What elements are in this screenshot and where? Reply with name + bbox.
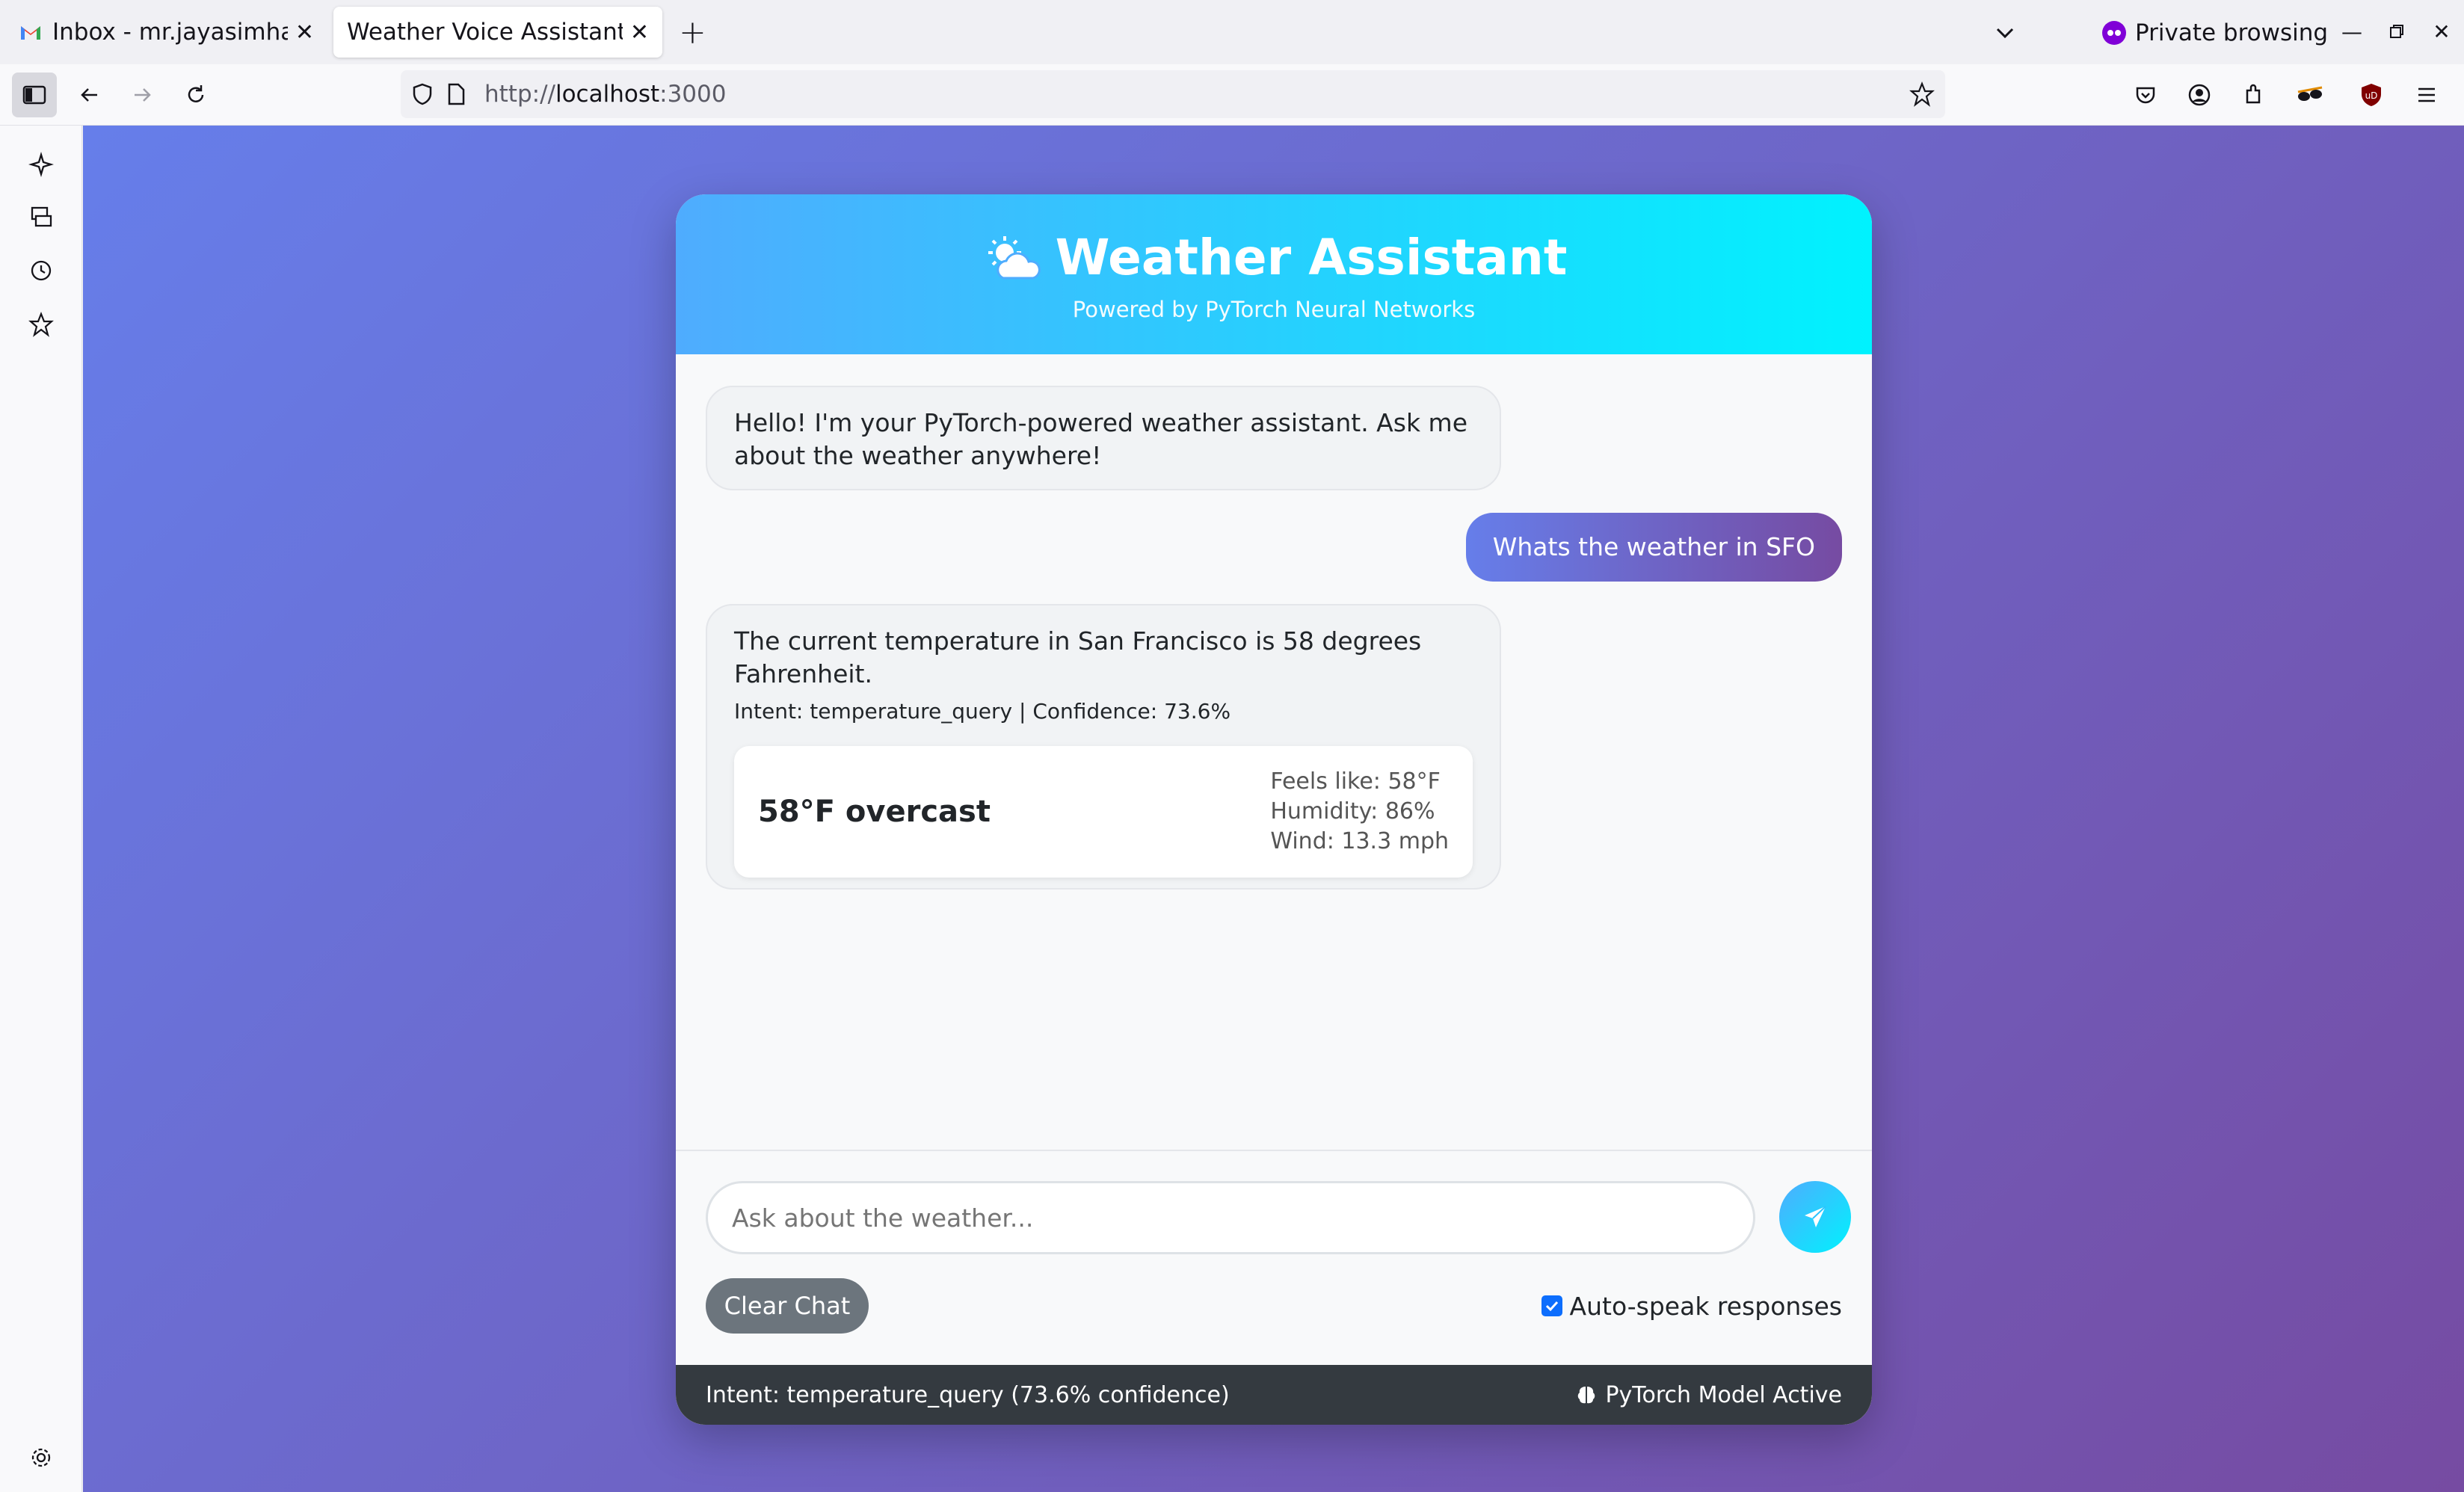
menu-icon[interactable] <box>2404 73 2449 117</box>
auto-speak-label: Auto-speak responses <box>1569 1291 1842 1321</box>
bookmark-star-icon[interactable] <box>1909 81 1935 107</box>
page-background: Weather Assistant Powered by PyTorch Neu… <box>83 126 2464 1492</box>
message-text: Hello! I'm your PyTorch-powered weather … <box>734 408 1467 470</box>
weather-card: 58°F overcast Feels like: 58°F Humidity:… <box>734 746 1473 878</box>
message-input[interactable] <box>706 1181 1755 1254</box>
clear-chat-button[interactable]: Clear Chat <box>706 1278 869 1334</box>
weather-main: 58°F overcast <box>758 795 991 829</box>
weather-assistant-app: Weather Assistant Powered by PyTorch Neu… <box>676 194 1872 1425</box>
app-subtitle: Powered by PyTorch Neural Networks <box>1072 297 1476 322</box>
url-text: http://localhost:3000 <box>484 81 727 108</box>
history-icon[interactable] <box>26 256 56 286</box>
humidity: Humidity: 86% <box>1270 798 1435 824</box>
app-title: Weather Assistant <box>676 194 1872 286</box>
private-browsing-indicator: Private browsing <box>2102 16 2328 49</box>
tab-weather[interactable]: Weather Voice Assistant ✕ <box>333 7 662 58</box>
extension-sunglasses-icon[interactable] <box>2288 73 2332 117</box>
send-icon <box>1802 1203 1829 1230</box>
new-tab-icon[interactable]: + <box>679 13 706 52</box>
message-text: Whats the weather in SFO <box>1492 532 1815 561</box>
extensions-icon[interactable] <box>2231 73 2276 117</box>
ai-chatbot-icon[interactable] <box>26 149 56 179</box>
close-icon[interactable]: ✕ <box>630 19 649 46</box>
brain-icon <box>1575 1384 1598 1406</box>
settings-gear-icon[interactable] <box>26 1443 56 1473</box>
pocket-icon[interactable] <box>2123 73 2168 117</box>
bot-message: Hello! I'm your PyTorch-powered weather … <box>706 386 1501 490</box>
tab-label: Weather Voice Assistant <box>347 19 623 46</box>
browser-sidebar <box>0 126 82 1492</box>
user-message: Whats the weather in SFO <box>1465 513 1842 582</box>
tab-bar: Inbox - mr.jayasimha@g ✕ Weather Voice A… <box>0 0 2464 64</box>
tab-label: Inbox - mr.jayasimha@g <box>52 19 288 46</box>
svg-text:uD: uD <box>2365 90 2378 101</box>
private-label: Private browsing <box>2135 19 2329 46</box>
reload-icon[interactable] <box>173 73 218 117</box>
status-bar: Intent: temperature_query (73.6% confide… <box>676 1365 1872 1425</box>
nav-bar: http://localhost:3000 uD <box>0 64 2464 126</box>
ublock-icon[interactable]: uD <box>2349 73 2394 117</box>
intent-meta: Intent: temperature_query | Confidence: … <box>734 699 1231 724</box>
weather-details: Feels like: 58°F Humidity: 86% Wind: 13.… <box>1270 767 1449 857</box>
sun-cloud-icon <box>981 232 1044 284</box>
send-button[interactable] <box>1779 1181 1851 1253</box>
minimize-icon[interactable]: — <box>2335 15 2368 48</box>
auto-speak-toggle[interactable]: Auto-speak responses <box>1541 1286 1842 1326</box>
close-icon[interactable]: ✕ <box>295 19 314 46</box>
account-icon[interactable] <box>2177 73 2222 117</box>
chevron-down-icon[interactable] <box>1989 16 2021 49</box>
bot-message: The current temperature in San Francisco… <box>706 604 1501 890</box>
model-status-label: PyTorch Model Active <box>1605 1381 1842 1408</box>
app-header: Weather Assistant Powered by PyTorch Neu… <box>676 194 1872 354</box>
tab-inbox[interactable]: Inbox - mr.jayasimha@g ✕ <box>6 7 327 58</box>
private-mask-icon <box>2102 21 2126 45</box>
gmail-icon <box>19 22 45 43</box>
restore-icon[interactable] <box>2380 15 2413 48</box>
wind: Wind: 13.3 mph <box>1270 828 1449 854</box>
back-icon[interactable] <box>67 73 112 117</box>
shield-icon[interactable] <box>410 81 435 107</box>
sidebar-toggle-icon[interactable] <box>12 73 57 117</box>
forward-icon[interactable] <box>120 73 164 117</box>
feels-like: Feels like: 58°F <box>1270 768 1441 795</box>
status-intent: Intent: temperature_query (73.6% confide… <box>706 1381 1230 1408</box>
model-status: PyTorch Model Active <box>1575 1382 1842 1408</box>
page-icon <box>446 82 466 106</box>
url-bar[interactable]: http://localhost:3000 <box>401 70 1945 118</box>
synced-tabs-icon[interactable] <box>26 202 56 232</box>
message-text: The current temperature in San Francisco… <box>734 626 1422 688</box>
auto-speak-checkbox[interactable] <box>1541 1295 1562 1316</box>
close-window-icon[interactable]: ✕ <box>2425 15 2458 48</box>
bookmarks-icon[interactable] <box>26 309 56 339</box>
